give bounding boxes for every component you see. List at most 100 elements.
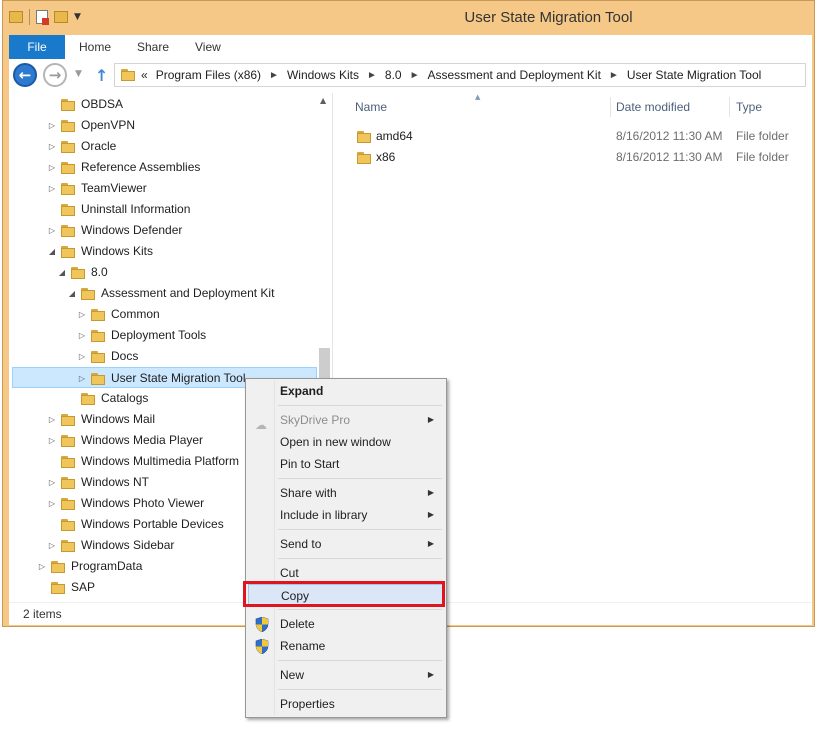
nav-tree-item[interactable]: ▷ Reference Assemblies [9,157,314,178]
nav-tree-item[interactable]: ▷ TeamViewer [9,178,314,199]
column-name[interactable]: Name [355,93,387,121]
menu-item-include-in-library[interactable]: Include in library ▶ [248,504,444,526]
menu-item-label: Properties [280,697,335,711]
menu-item-send-to[interactable]: Send to ▶ [248,533,444,555]
nav-tree-item[interactable]: Uninstall Information [9,199,314,220]
expand-arrow-icon[interactable]: ▷ [47,178,57,199]
tab-home[interactable]: Home [79,35,111,59]
menu-item-new[interactable]: New ▶ [248,664,444,686]
submenu-arrow-icon: ▶ [427,415,434,424]
back-button[interactable]: ← [13,63,37,87]
breadcrumb-item[interactable]: Program Files (x86) [156,68,261,82]
nav-tree-item[interactable]: ▷ Oracle [9,136,314,157]
file-name: amd64 [376,129,413,143]
expand-arrow-icon[interactable]: ▷ [47,115,57,136]
expand-arrow-icon[interactable]: ▷ [47,430,57,451]
recent-locations-icon[interactable]: ▼ [75,69,82,79]
nav-tree-label: Windows Mail [81,412,156,426]
expand-arrow-icon[interactable]: ▷ [77,304,87,325]
collapse-arrow-icon[interactable]: ◢ [67,283,77,304]
file-name: x86 [376,150,396,164]
expand-arrow-icon[interactable]: ▷ [47,409,57,430]
nav-tree-label: SAP [71,580,96,594]
folder-icon [357,130,371,143]
expand-arrow-icon[interactable]: ▷ [77,325,87,346]
tab-file[interactable]: File [9,35,65,59]
nav-tree-label: Docs [111,349,139,363]
folder-icon [81,287,95,300]
breadcrumb-item[interactable]: User State Migration Tool [627,68,762,82]
menu-item-rename[interactable]: Rename [248,635,444,657]
column-divider[interactable] [729,97,730,117]
menu-item-label: New [280,668,305,682]
nav-tree-item[interactable]: ▷ Deployment Tools [9,325,314,346]
nav-tree-label: OpenVPN [81,118,136,132]
chevron-right-icon[interactable]: ► [269,70,279,81]
menu-item-expand[interactable]: Expand [248,380,444,402]
forward-button[interactable]: → [43,63,67,87]
menu-item-skydrive-pro[interactable]: ☁ SkyDrive Pro ▶ [248,409,444,432]
nav-tree-label: Windows Kits [81,244,154,258]
chevron-right-icon[interactable]: ► [410,70,420,81]
menu-item-open-in-new-window[interactable]: Open in new window [248,431,444,453]
scroll-up-icon[interactable]: ▲ [320,96,326,105]
chevron-right-icon[interactable]: ► [609,70,619,81]
menu-separator [278,558,442,559]
expand-arrow-icon[interactable]: ▷ [47,472,57,493]
nav-tree-label: Catalogs [101,391,149,405]
file-type: File folder [736,150,789,164]
breadcrumb-item[interactable]: 8.0 [385,68,402,82]
column-type[interactable]: Type [736,93,762,121]
nav-tree-item[interactable]: OBDSA [9,94,314,115]
expand-arrow-icon[interactable]: ▷ [77,368,87,389]
submenu-arrow-icon: ▶ [427,539,434,548]
folder-icon [61,413,75,426]
breadcrumb-overflow[interactable]: « [141,68,148,82]
nav-tree-label: Reference Assemblies [81,160,201,174]
breadcrumb-item[interactable]: Windows Kits [287,68,359,82]
expand-arrow-icon[interactable]: ▷ [47,220,57,241]
menu-item-share-with[interactable]: Share with ▶ [248,482,444,504]
menu-item-delete[interactable]: Delete [248,613,444,635]
file-row[interactable]: amd64 8/16/2012 11:30 AM File folder [335,126,812,147]
folder-icon [357,151,371,164]
file-type: File folder [736,129,789,143]
menu-separator [278,405,442,406]
expand-arrow-icon[interactable]: ▷ [47,157,57,178]
column-divider[interactable] [610,97,611,117]
collapse-arrow-icon[interactable]: ◢ [47,241,57,262]
menu-item-label: Include in library [280,508,368,522]
menu-item-pin-to-start[interactable]: Pin to Start [248,453,444,475]
expand-arrow-icon[interactable]: ▷ [37,556,47,577]
window-title: User State Migration Tool [464,9,633,26]
column-date-modified[interactable]: Date modified [616,93,690,121]
expand-arrow-icon[interactable]: ▷ [47,535,57,556]
nav-tree-item[interactable]: ◢ Assessment and Deployment Kit [9,283,314,304]
title-bar[interactable]: ▼ User State Migration Tool [3,1,814,35]
expand-arrow-icon[interactable]: ▷ [47,493,57,514]
breadcrumb-item[interactable]: Assessment and Deployment Kit [427,68,600,82]
folder-icon [61,518,75,531]
up-arrow-icon[interactable]: ↑ [95,66,108,85]
nav-tree-label: Windows Sidebar [81,538,175,552]
expand-arrow-icon[interactable]: ▷ [47,136,57,157]
folder-icon [81,392,95,405]
nav-tree-item[interactable]: ◢ Windows Kits [9,241,314,262]
nav-tree-item[interactable]: ▷ OpenVPN [9,115,314,136]
menu-item-properties[interactable]: Properties [248,693,444,715]
ribbon-tabs: File Home Share View [9,35,812,60]
nav-tree-item[interactable]: ▷ Docs [9,346,314,367]
tab-view[interactable]: View [195,35,221,59]
nav-tree-label: ProgramData [71,559,143,573]
address-bar[interactable]: « Program Files (x86) ► Windows Kits ► 8… [114,63,806,87]
file-row[interactable]: x86 8/16/2012 11:30 AM File folder [335,147,812,168]
expand-arrow-icon[interactable]: ▷ [77,346,87,367]
file-date: 8/16/2012 11:30 AM [616,129,723,143]
tab-share[interactable]: Share [137,35,169,59]
chevron-right-icon[interactable]: ► [367,70,377,81]
menu-item-label: Expand [280,384,324,398]
nav-tree-item[interactable]: ▷ Common [9,304,314,325]
collapse-arrow-icon[interactable]: ◢ [57,262,67,283]
nav-tree-item[interactable]: ▷ Windows Defender [9,220,314,241]
nav-tree-item[interactable]: ◢ 8.0 [9,262,314,283]
